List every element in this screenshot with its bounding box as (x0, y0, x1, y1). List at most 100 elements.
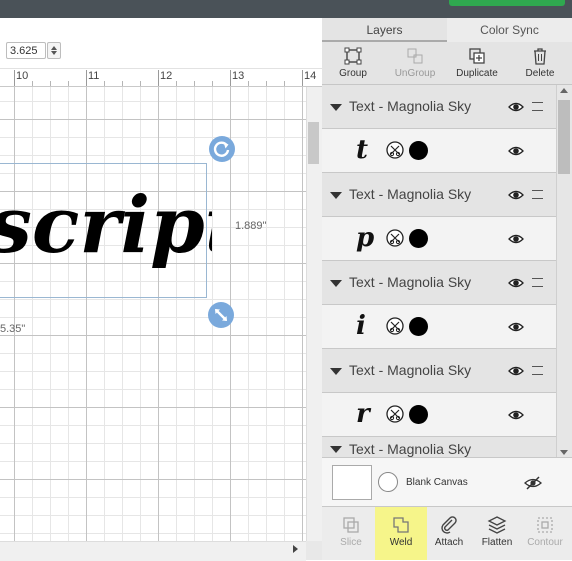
layer-color-swatch[interactable] (409, 229, 428, 248)
slice-button[interactable]: Slice (325, 507, 377, 560)
drag-handle-icon[interactable] (532, 366, 543, 375)
weld-button[interactable]: Weld (375, 507, 427, 560)
layer-thumbnail: i (356, 311, 366, 341)
delete-label: Delete (525, 68, 555, 79)
canvas-horizontal-scrollbar[interactable] (0, 541, 306, 561)
cut-operation-icon[interactable] (386, 317, 404, 335)
layer-group[interactable]: Text - Magnolia Sky (322, 261, 556, 305)
attach-button[interactable]: Attach (423, 507, 475, 560)
tab-layers[interactable]: Layers (322, 18, 447, 42)
resize-handle[interactable] (208, 302, 234, 328)
eye-icon[interactable] (508, 99, 524, 115)
cut-operation-icon[interactable] (386, 229, 404, 247)
ungroup-label: UnGroup (394, 68, 436, 79)
ruler-tick (230, 70, 231, 86)
flatten-label: Flatten (481, 537, 513, 548)
layers-scroll-thumb[interactable] (558, 100, 570, 174)
drag-handle-icon[interactable] (532, 278, 543, 287)
rotate-icon (213, 141, 230, 157)
eye-icon[interactable] (508, 407, 524, 423)
ruler-tick (86, 70, 87, 86)
script-text: script (0, 180, 212, 271)
duplicate-label: Duplicate (456, 68, 498, 79)
ungroup-icon (407, 48, 423, 64)
slice-icon (343, 517, 359, 533)
drag-handle-icon[interactable] (532, 190, 543, 199)
attach-label: Attach (434, 537, 464, 548)
scroll-corner (306, 541, 322, 560)
eye-icon[interactable] (508, 275, 524, 291)
layer-group-name: Text - Magnolia Sky (349, 186, 472, 202)
ruler-label: 12 (160, 70, 173, 82)
eye-icon[interactable] (508, 363, 524, 379)
layer-item[interactable]: p (322, 217, 556, 261)
duplicate-icon (469, 48, 485, 64)
collapse-caret-icon[interactable] (330, 446, 342, 453)
size-stepper[interactable] (47, 42, 61, 59)
layers-list: Text - Magnolia Sky t Text - Magnolia Sk… (322, 85, 556, 457)
eye-icon[interactable] (508, 187, 524, 203)
duplicate-button[interactable]: Duplicate (448, 46, 506, 79)
group-button[interactable]: Group (324, 46, 382, 79)
eye-icon[interactable] (508, 319, 524, 335)
layer-item[interactable]: r (322, 393, 556, 437)
layer-group-name: Text - Magnolia Sky (349, 362, 472, 378)
flatten-button[interactable]: Flatten (471, 507, 523, 560)
rotate-handle[interactable] (209, 136, 235, 162)
tab-color-sync[interactable]: Color Sync (447, 18, 572, 42)
collapse-caret-icon[interactable] (330, 104, 342, 111)
layer-thumbnail: p (356, 223, 375, 253)
scroll-right-icon[interactable] (293, 545, 298, 553)
layer-thumbnail: r (356, 399, 370, 429)
weld-label: Weld (389, 537, 413, 548)
eye-hidden-icon[interactable] (524, 475, 542, 491)
script-text-object[interactable]: script (0, 170, 212, 300)
cut-operation-icon[interactable] (386, 141, 404, 159)
resize-icon (215, 309, 227, 321)
canvas-vertical-scroll-thumb[interactable] (308, 122, 319, 164)
layer-group[interactable]: Text - Magnolia Sky (322, 173, 556, 217)
ruler-label: 14 (304, 70, 317, 82)
layer-item[interactable]: t (322, 129, 556, 173)
blank-canvas-label: Blank Canvas (406, 477, 468, 488)
delete-button[interactable]: Delete (511, 46, 569, 79)
layer-thumbnail: t (356, 135, 369, 165)
height-dimension-label: 1.889" (235, 220, 267, 232)
layer-group[interactable]: Text - Magnolia Sky (322, 349, 556, 393)
eye-icon[interactable] (508, 231, 524, 247)
layer-color-swatch[interactable] (409, 405, 428, 424)
stepper-down-icon[interactable] (51, 51, 57, 55)
ungroup-button[interactable]: UnGroup (386, 46, 444, 79)
panel-tabs: Layers Color Sync (322, 18, 572, 42)
layer-group-name: Text - Magnolia Sky (349, 441, 472, 457)
ruler-label: 11 (88, 70, 100, 82)
layer-color-swatch[interactable] (409, 317, 428, 336)
collapse-caret-icon[interactable] (330, 192, 342, 199)
ruler-label: 13 (232, 70, 245, 82)
ruler-tick (158, 70, 159, 86)
canvas-swatch[interactable] (332, 465, 372, 500)
design-canvas[interactable] (0, 87, 306, 541)
make-it-button[interactable] (449, 0, 565, 6)
stepper-up-icon[interactable] (51, 46, 57, 50)
drag-handle-icon[interactable] (532, 102, 543, 111)
scroll-down-icon[interactable] (560, 450, 568, 455)
canvas-color-circle[interactable] (378, 472, 398, 492)
contour-button[interactable]: Contour (519, 507, 571, 560)
layer-color-swatch[interactable] (409, 141, 428, 160)
size-input[interactable]: 3.625 (6, 42, 46, 59)
layer-group[interactable]: Text - Magnolia Sky (322, 85, 556, 129)
collapse-caret-icon[interactable] (330, 368, 342, 375)
bottom-toolbar: Slice Weld Attach Flatten Contour (322, 507, 572, 560)
layer-item[interactable]: i (322, 305, 556, 349)
ruler-tick (14, 70, 15, 86)
ruler-tick (302, 70, 303, 86)
layer-toolbar: Group UnGroup Duplicate Delete (322, 42, 572, 85)
layer-group[interactable]: Text - Magnolia Sky (322, 437, 556, 457)
scroll-up-icon[interactable] (560, 88, 568, 93)
contour-icon (537, 517, 553, 533)
cut-operation-icon[interactable] (386, 405, 404, 423)
flatten-icon (487, 516, 507, 534)
eye-icon[interactable] (508, 143, 524, 159)
collapse-caret-icon[interactable] (330, 280, 342, 287)
